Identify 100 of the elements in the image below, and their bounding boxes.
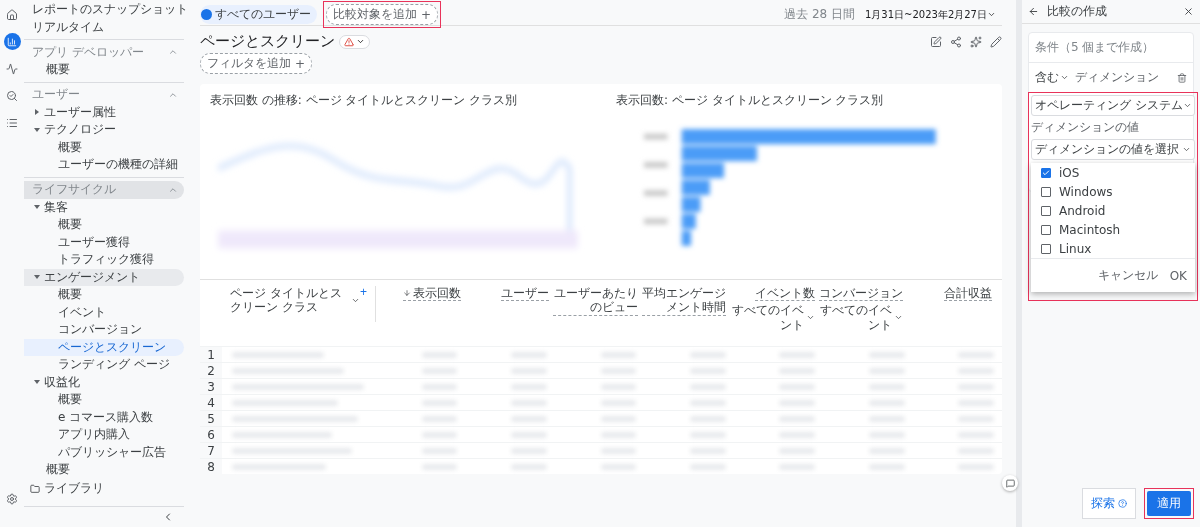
option-item[interactable]: Macintosh xyxy=(1031,220,1195,239)
help-icon xyxy=(1118,499,1127,508)
option-item[interactable]: Linux xyxy=(1031,239,1195,258)
caret-icon xyxy=(987,10,996,19)
field-label: ディメンションの値 xyxy=(1031,119,1140,136)
cancel-button[interactable]: キャンセル xyxy=(1097,267,1158,284)
nav-section[interactable]: アプリ デベロッパー xyxy=(24,43,184,61)
nav-item[interactable]: 概要 xyxy=(24,391,184,409)
nav-item[interactable]: トラフィック獲得 xyxy=(24,251,184,269)
pencil-icon[interactable] xyxy=(990,35,1002,48)
nav-item[interactable]: イベント xyxy=(24,303,184,321)
nav-group[interactable]: エンゲージメント xyxy=(24,268,184,286)
panel-title: 比較の作成 xyxy=(1047,3,1108,20)
checkbox[interactable] xyxy=(1041,205,1051,216)
row-number: 5 xyxy=(200,411,222,426)
edit-icon[interactable] xyxy=(930,35,942,48)
column-header[interactable]: コンバージョン xyxy=(819,286,904,302)
chart-title: 表示回数: ページ タイトルとスクリーン クラス別 xyxy=(616,92,885,109)
folder-icon xyxy=(30,483,40,494)
feedback-icon[interactable] xyxy=(1002,475,1018,491)
dimension-dropdown[interactable]: ページ タイトルとスクリーン クラス xyxy=(230,286,360,315)
caret-icon xyxy=(1182,101,1192,110)
section-title: ライフサイクル xyxy=(32,181,116,198)
option-item[interactable]: Android xyxy=(1031,201,1195,220)
column-header[interactable]: イベント数 xyxy=(754,286,815,302)
chart-title: 表示回数 の推移: ページ タイトルとスクリーン クラス別 xyxy=(210,92,519,109)
caret-icon xyxy=(1060,73,1069,82)
nav-link[interactable]: レポートのスナップショット xyxy=(24,0,184,18)
dimension-label: ディメンション xyxy=(1075,69,1159,86)
segment-icon xyxy=(201,9,212,20)
nav-item[interactable]: パブリッシャー広告 xyxy=(24,443,184,461)
segment-chip[interactable]: すべてのユーザー xyxy=(200,5,317,24)
checkbox[interactable] xyxy=(1041,224,1051,235)
nav-item[interactable]: ユーザーの機種の詳細 xyxy=(24,156,184,174)
blurred-label xyxy=(644,218,668,225)
section-title: ユーザー xyxy=(32,86,80,103)
nav-item[interactable]: ページとスクリーン xyxy=(24,338,184,356)
column-header[interactable]: ユーザー xyxy=(501,286,550,302)
warning-icon xyxy=(344,36,354,47)
nav-item[interactable]: 概要 xyxy=(24,286,184,304)
blurred-label xyxy=(644,162,668,168)
warning-button[interactable] xyxy=(339,34,370,49)
nav-group[interactable]: ユーザー属性 xyxy=(24,103,184,121)
add-filter-button[interactable]: フィルタを追加 + xyxy=(200,53,313,74)
nav-link[interactable]: リアルタイム xyxy=(24,18,184,36)
row-number: 1 xyxy=(200,347,222,362)
apply-button[interactable]: 適用 xyxy=(1147,491,1191,516)
nav-item[interactable]: アプリ内購入 xyxy=(24,426,184,444)
explore-button[interactable]: 探索 xyxy=(1082,488,1136,519)
row-number: 2 xyxy=(200,363,222,378)
nav-group[interactable]: 集客 xyxy=(24,198,184,216)
nav-item[interactable]: ユーザー獲得 xyxy=(24,233,184,251)
column-header[interactable]: 平均エンゲージメント時間 xyxy=(641,286,727,316)
row-number: 8 xyxy=(200,459,222,474)
nav-item[interactable]: 概要 xyxy=(24,216,184,234)
reports-icon[interactable] xyxy=(3,33,21,50)
delete-icon[interactable] xyxy=(1177,72,1187,83)
blurred-label xyxy=(644,190,668,196)
column-header[interactable]: ユーザーあたりのビュー xyxy=(553,286,638,316)
nav-link[interactable]: ライブラリ xyxy=(44,480,104,497)
nav-item[interactable]: 概要 xyxy=(24,461,184,479)
add-dimension-button[interactable]: + xyxy=(360,286,367,298)
blurred-label xyxy=(644,133,668,140)
nav-item[interactable]: コンバージョン xyxy=(24,321,184,339)
operator-dropdown[interactable]: 含む xyxy=(1035,69,1069,86)
nav-item[interactable]: e コマース購入数 xyxy=(24,408,184,426)
row-number: 4 xyxy=(200,395,222,410)
nav-group[interactable]: 収益化 xyxy=(24,373,184,391)
value-select[interactable]: ディメンションの値を選択 xyxy=(1031,139,1195,160)
nav-item[interactable]: ランディング ページ xyxy=(24,356,184,374)
share-icon[interactable] xyxy=(950,35,962,48)
option-item[interactable]: iOS xyxy=(1031,163,1195,182)
section-title: アプリ デベロッパー xyxy=(32,43,144,61)
back-icon[interactable] xyxy=(1028,6,1039,17)
condition-caption: 条件（5 個まで作成） xyxy=(1029,33,1193,63)
row-number: 6 xyxy=(200,427,222,442)
close-icon[interactable] xyxy=(1183,6,1194,17)
bar xyxy=(681,230,692,246)
checkbox[interactable] xyxy=(1041,243,1051,254)
caret-icon xyxy=(356,37,365,46)
date-range-button[interactable]: 1月31日~2023年2月27日 xyxy=(859,6,1002,23)
event-filter-dropdown[interactable]: すべてのイベント xyxy=(818,303,904,333)
add-comparison-button[interactable]: 比較対象を追加 + xyxy=(326,4,439,25)
option-item[interactable]: Windows xyxy=(1031,182,1195,201)
column-header[interactable]: 表示回数 xyxy=(402,286,461,302)
column-header[interactable]: 合計収益 xyxy=(944,286,992,302)
report-title: ページとスクリーン xyxy=(200,32,335,51)
caret-icon xyxy=(1182,145,1191,154)
nav-group[interactable]: テクノロジー xyxy=(24,121,184,139)
dimension-select[interactable]: オペレーティング システム xyxy=(1031,95,1195,116)
row-number: 3 xyxy=(200,379,222,394)
event-filter-dropdown[interactable]: すべてのイベント xyxy=(730,303,815,333)
nav-item[interactable]: 概要 xyxy=(24,138,184,156)
bar xyxy=(681,213,696,229)
checkbox[interactable] xyxy=(1041,186,1051,197)
ok-button[interactable]: OK xyxy=(1169,267,1187,284)
nav-section[interactable]: ユーザー xyxy=(24,85,184,104)
nav-item[interactable]: 概要 xyxy=(24,61,184,79)
row-number: 7 xyxy=(200,443,222,458)
checkbox[interactable] xyxy=(1041,167,1051,178)
